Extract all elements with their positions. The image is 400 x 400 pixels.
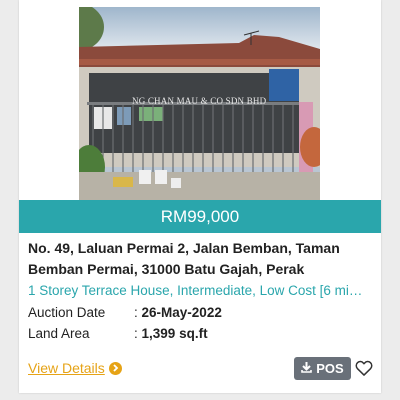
- auction-date-separator: :: [134, 305, 138, 320]
- chevron-right-icon: [108, 361, 122, 375]
- price-banner: RM99,000: [19, 200, 381, 233]
- pos-label: POS: [316, 361, 344, 376]
- view-details-link[interactable]: View Details: [28, 360, 122, 376]
- price-value: RM99,000: [160, 206, 240, 226]
- view-details-label: View Details: [28, 360, 105, 376]
- property-photo[interactable]: NG CHAN MAU & CO SDN BHD: [79, 7, 320, 200]
- property-address[interactable]: No. 49, Laluan Permai 2, Jalan Bemban, T…: [28, 238, 374, 280]
- land-area-label: Land Area: [28, 326, 90, 341]
- land-area-separator: :: [134, 326, 138, 341]
- auction-date-value-wrap: : 26-May-2022: [134, 305, 222, 320]
- auction-date-label: Auction Date: [28, 305, 106, 320]
- listing-card[interactable]: NG CHAN MAU & CO SDN BHD RM99,000 No. 49…: [19, 0, 381, 393]
- heart-icon[interactable]: [354, 358, 374, 378]
- property-photo-sign: NG CHAN MAU & CO SDN BHD: [132, 96, 267, 106]
- download-icon: [301, 361, 313, 376]
- land-area-value: 1,399 sq.ft: [141, 326, 208, 341]
- property-type[interactable]: 1 Storey Terrace House, Intermediate, Lo…: [28, 283, 374, 298]
- auction-date-value: 26-May-2022: [141, 305, 222, 320]
- pos-button[interactable]: POS: [294, 357, 351, 380]
- land-area-value-wrap: : 1,399 sq.ft: [134, 326, 208, 341]
